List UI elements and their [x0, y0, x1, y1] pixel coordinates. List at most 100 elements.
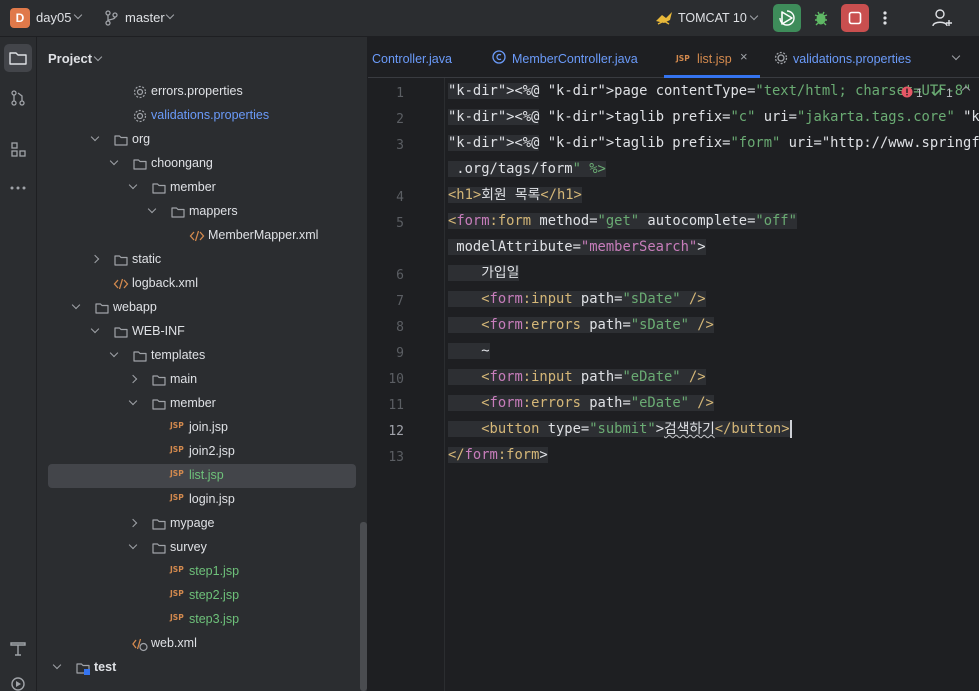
tree-item-label: validations.properties [151, 108, 270, 122]
more-actions-button[interactable] [875, 4, 895, 32]
chevron-down-icon[interactable] [128, 180, 138, 190]
chevron-down-icon[interactable] [71, 300, 81, 310]
project-tool-button[interactable] [4, 44, 32, 72]
line-number: 13 [388, 450, 404, 465]
tree-file-item[interactable]: JSP join2.jsp [37, 440, 360, 464]
tree-item-label: survey [170, 540, 207, 554]
chevron-down-icon[interactable] [128, 540, 138, 550]
code-line: ~ [448, 343, 490, 359]
tree-file-item[interactable]: validations.properties [37, 104, 360, 128]
folder-icon [114, 327, 128, 338]
code-with-me-button[interactable] [928, 4, 956, 32]
tree-item-label: join2.jsp [189, 444, 235, 458]
tree-folder-item[interactable]: main [37, 368, 360, 392]
chevron-down-icon[interactable] [52, 660, 62, 670]
tree-item-label: webapp [113, 300, 157, 314]
scrollbar-thumb[interactable] [360, 522, 367, 691]
services-tool-button[interactable] [4, 670, 32, 691]
chevron-down-icon[interactable] [90, 132, 100, 142]
build-tool-button[interactable] [4, 634, 32, 662]
chevron-down-icon[interactable] [165, 10, 175, 20]
chevron-down-icon[interactable] [109, 348, 119, 358]
tree-file-item[interactable]: JSP step1.jsp [37, 560, 360, 584]
stop-icon [848, 11, 862, 25]
tree-file-item[interactable]: JSP step3.jsp [37, 608, 360, 632]
tree-item-label: org [132, 132, 151, 146]
tree-file-item[interactable]: web.xml [37, 632, 360, 656]
rerun-button[interactable] [773, 4, 801, 32]
line-number: 11 [388, 398, 404, 413]
tab-controller[interactable]: Controller.java [368, 37, 464, 78]
tree-file-item[interactable]: errors.properties [37, 80, 360, 104]
properties-icon [774, 51, 788, 65]
jsp-icon: JSP [170, 565, 184, 574]
code-line: <button type="submit">검색하기</button> [448, 416, 792, 442]
tree-item-label: templates [151, 348, 206, 362]
project-name[interactable]: day05 [36, 10, 71, 25]
stop-button[interactable] [841, 4, 869, 32]
tab-validations-properties[interactable]: validations.properties [772, 37, 922, 78]
tree-file-item[interactable]: JSP step2.jsp [37, 584, 360, 608]
tree-file-item[interactable]: JSP list.jsp [48, 464, 356, 488]
structure-icon [11, 142, 26, 157]
line-number: 10 [388, 372, 404, 387]
structure-tool-button[interactable] [4, 135, 32, 163]
tree-folder-item[interactable]: member [37, 176, 360, 200]
folder-icon [152, 183, 166, 194]
chevron-right-icon[interactable] [90, 254, 100, 264]
tool-window-strip [0, 37, 37, 691]
more-icon [883, 11, 887, 25]
code-line: <form:form method="get" autocomplete="of… [448, 213, 797, 229]
chevron-down-icon[interactable] [749, 11, 759, 21]
jsp-icon: JSP [170, 493, 184, 502]
tree-file-item[interactable]: JSP login.jsp [37, 488, 360, 512]
tree-folder-item[interactable]: survey [37, 536, 360, 560]
build-icon [10, 642, 26, 656]
project-badge[interactable]: D [10, 8, 30, 28]
tree-folder-item[interactable]: mypage [37, 512, 360, 536]
chevron-down-icon[interactable] [147, 204, 157, 214]
jsp-icon: JSP [170, 589, 184, 598]
chevron-right-icon[interactable] [128, 518, 138, 528]
tree-folder-item[interactable]: static [37, 248, 360, 272]
line-number: 4 [396, 190, 404, 205]
branch-name[interactable]: master [125, 10, 165, 25]
tree-folder-item[interactable]: templates [37, 344, 360, 368]
tab-list-jsp[interactable]: JSP list.jsp × [664, 37, 760, 78]
debug-button[interactable] [807, 4, 835, 32]
tree-folder-item[interactable]: test [37, 656, 360, 680]
chevron-right-icon[interactable] [128, 374, 138, 384]
code-editor[interactable]: "k-dir"><%@ "k-dir">page contentType="te… [445, 78, 979, 691]
xml-icon [132, 638, 148, 652]
properties-icon [133, 109, 147, 123]
code-line: <form:errors path="sDate" /> [448, 312, 714, 338]
line-number-gutter: 1 2 3 4 5 6 7 8 9 10 11 12 13 [368, 78, 445, 691]
tree-folder-item[interactable]: mappers [37, 200, 360, 224]
commit-tool-button[interactable] [4, 84, 32, 112]
chevron-down-icon[interactable] [93, 52, 103, 62]
tree-item-label: MemberMapper.xml [208, 228, 319, 242]
chevron-down-icon[interactable] [90, 324, 100, 334]
run-configuration[interactable]: TOMCAT 10 [678, 11, 747, 25]
chevron-down-icon[interactable] [128, 396, 138, 406]
tree-item-label: list.jsp [189, 468, 224, 482]
code-line: 가입일 [448, 265, 520, 281]
folder-icon [114, 255, 128, 266]
tab-membercontroller[interactable]: MemberController.java [482, 37, 642, 78]
tree-file-item[interactable]: logback.xml [37, 272, 360, 296]
tree-folder-item[interactable]: webapp [37, 296, 360, 320]
tree-folder-item[interactable]: org [37, 128, 360, 152]
panel-title[interactable]: Project [48, 51, 92, 66]
tree-file-item[interactable]: JSP join.jsp [37, 416, 360, 440]
tree-folder-item[interactable]: WEB-INF [37, 320, 360, 344]
tree-folder-item[interactable]: member [37, 392, 360, 416]
close-icon[interactable]: × [740, 49, 748, 64]
more-tools-button[interactable] [4, 174, 32, 202]
tree-item-label: join.jsp [189, 420, 228, 434]
jsp-icon: JSP [170, 421, 184, 430]
error-icon [901, 86, 913, 98]
chevron-down-icon[interactable] [109, 156, 119, 166]
tree-folder-item[interactable]: choongang [37, 152, 360, 176]
tree-file-item[interactable]: MemberMapper.xml [37, 224, 360, 248]
chevron-down-icon[interactable] [73, 10, 83, 20]
